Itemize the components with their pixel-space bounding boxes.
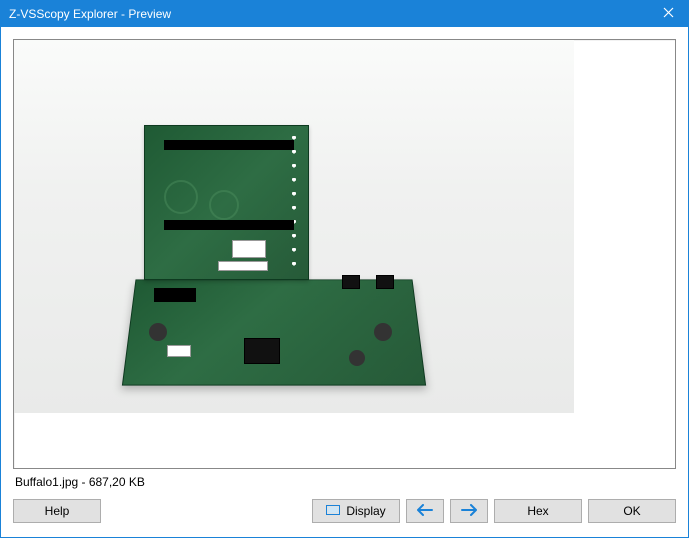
pcb-label-sticker bbox=[232, 240, 266, 258]
button-label: Help bbox=[45, 504, 70, 518]
preview-image bbox=[14, 40, 574, 413]
button-label: OK bbox=[623, 504, 640, 518]
arrow-right-icon bbox=[461, 504, 477, 519]
button-label: Hex bbox=[527, 504, 548, 518]
help-button[interactable]: Help bbox=[13, 499, 101, 523]
content-area: Buffalo1.jpg - 687,20 KB Help Display He… bbox=[1, 27, 688, 537]
hex-button[interactable]: Hex bbox=[494, 499, 582, 523]
arrow-left-icon bbox=[417, 504, 433, 519]
pcb-capacitor bbox=[349, 350, 365, 366]
pcb-slot bbox=[164, 220, 294, 230]
previous-button[interactable] bbox=[406, 499, 444, 523]
pcb-label-sticker bbox=[167, 345, 191, 357]
pcb-chip bbox=[154, 288, 196, 302]
button-label: Display bbox=[346, 504, 385, 518]
pcb-chip bbox=[342, 275, 360, 289]
pcb-trace bbox=[164, 180, 198, 214]
status-text: Buffalo1.jpg - 687,20 KB bbox=[13, 469, 676, 497]
display-button[interactable]: Display bbox=[312, 499, 400, 523]
button-row: Help Display Hex OK bbox=[13, 497, 676, 533]
next-button[interactable] bbox=[450, 499, 488, 523]
pcb-capacitor bbox=[374, 323, 392, 341]
close-button[interactable] bbox=[648, 1, 688, 27]
ok-button[interactable]: OK bbox=[588, 499, 676, 523]
titlebar: Z-VSScopy Explorer - Preview bbox=[1, 1, 688, 27]
pcb-label-sticker bbox=[218, 261, 268, 271]
pcb-trace bbox=[209, 190, 239, 220]
pcb-capacitor bbox=[149, 323, 167, 341]
pcb-slot bbox=[164, 140, 294, 150]
pcb-chip bbox=[376, 275, 394, 289]
display-icon bbox=[326, 504, 340, 518]
window-title: Z-VSScopy Explorer - Preview bbox=[9, 7, 648, 21]
preview-area bbox=[13, 39, 676, 469]
close-icon bbox=[663, 7, 674, 21]
pcb-chip bbox=[244, 338, 280, 364]
